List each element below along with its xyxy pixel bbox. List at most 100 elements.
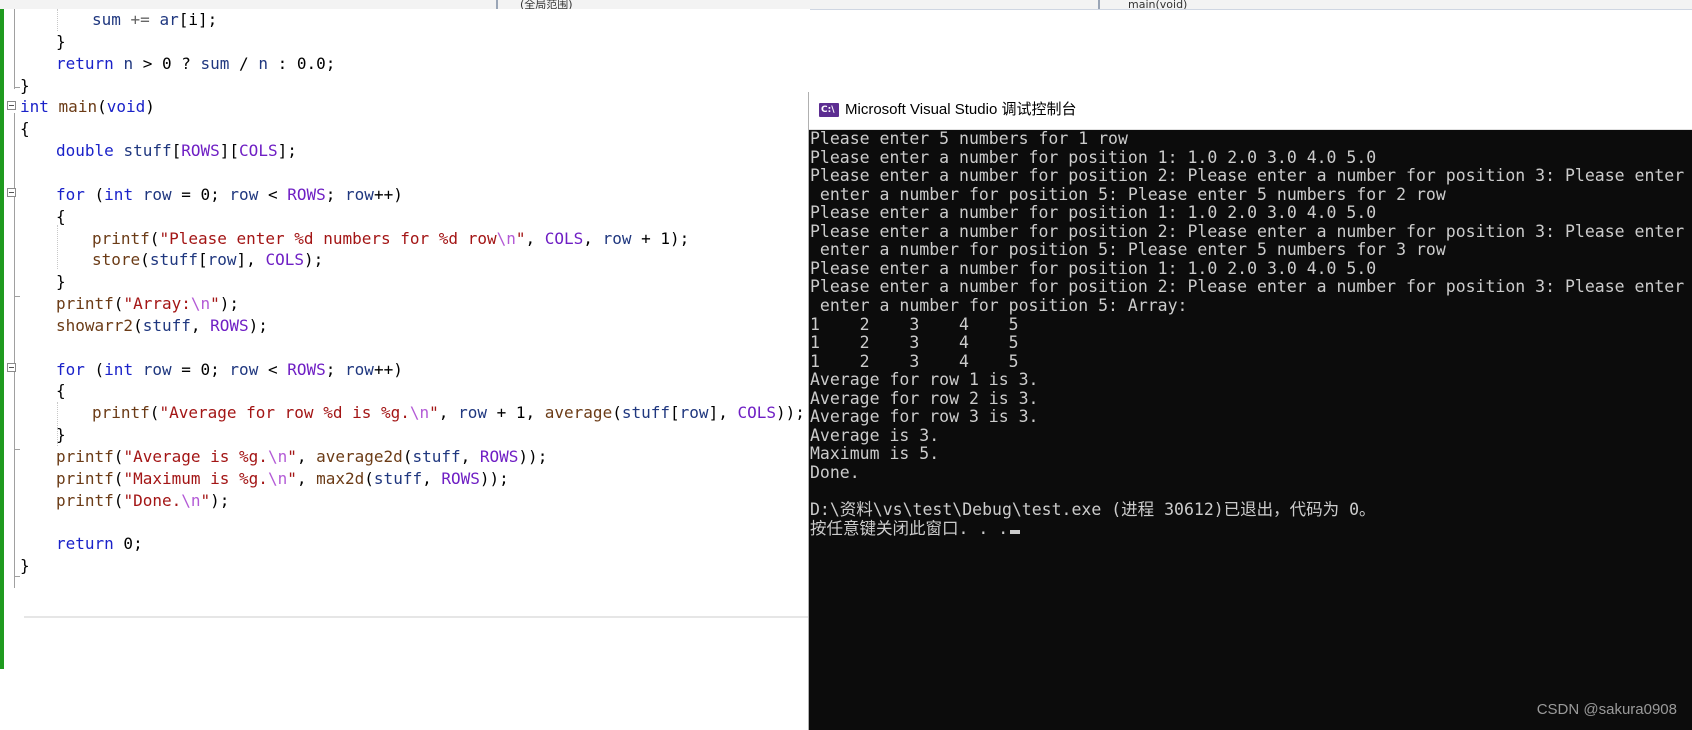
- outline-guide: [14, 9, 15, 89]
- code-token: ROWS: [479, 447, 519, 466]
- code-line[interactable]: return 0;: [56, 533, 143, 555]
- collapse-icon[interactable]: [7, 363, 16, 372]
- code-token: ": [515, 228, 526, 248]
- code-token: ,: [296, 468, 317, 488]
- code-token: {: [56, 206, 66, 226]
- console-line: enter a number for position 5: Please en…: [810, 185, 1446, 205]
- code-line[interactable]: showarr2(stuff, ROWS);: [56, 315, 268, 337]
- console-line-text: Maximum is 5.: [810, 444, 940, 464]
- code-token: + 1,: [486, 403, 545, 423]
- code-token: sum: [200, 53, 230, 73]
- code-token: printf: [92, 228, 150, 248]
- code-line[interactable]: for (int row = 0; row < ROWS; row++): [56, 184, 403, 206]
- code-token: \n: [190, 294, 211, 314]
- code-token: ],: [236, 250, 266, 270]
- scope-label: (全局范围): [520, 0, 573, 9]
- code-line[interactable]: printf("Done.\n");: [56, 490, 229, 512]
- code-line[interactable]: double stuff[ROWS][COLS];: [56, 140, 297, 162]
- member-label: main(void): [1128, 0, 1188, 9]
- code-token: average: [544, 403, 613, 423]
- code-token: printf: [56, 490, 114, 510]
- code-token: }: [56, 272, 66, 292]
- code-token: n: [258, 53, 268, 73]
- console-output[interactable]: Please enter 5 numbers for 1 row Please e…: [809, 129, 1692, 730]
- collapse-icon[interactable]: [7, 188, 16, 197]
- code-token: row: [345, 184, 374, 204]
- code-line[interactable]: {: [20, 118, 30, 140]
- code-token: (: [84, 184, 105, 204]
- nav-separator: [1098, 0, 1100, 9]
- member-dropdown[interactable]: main(void): [1128, 0, 1428, 9]
- code-token: [: [670, 403, 680, 423]
- end-of-file-line: [24, 616, 810, 618]
- code-line[interactable]: }: [20, 75, 30, 97]
- code-line[interactable]: }: [56, 31, 66, 53]
- code-token: \n: [496, 228, 516, 248]
- code-token: row: [142, 359, 172, 379]
- code-line[interactable]: }: [56, 271, 66, 293]
- console-line: Average for row 3 is 3.: [810, 407, 1038, 427]
- code-line[interactable]: printf("Please enter %d numbers for %d r…: [92, 228, 689, 250]
- code-token: printf: [56, 294, 114, 314]
- code-token: row: [679, 403, 709, 423]
- code-token: "Array:: [123, 294, 191, 314]
- code-token: ROWS: [441, 468, 480, 488]
- console-line-text: enter a number for position 5: Please en…: [810, 240, 1446, 260]
- code-token: average2d: [316, 447, 403, 466]
- code-line[interactable]: return n > 0 ? sum / n : 0.0;: [56, 53, 335, 75]
- cursor-icon: [1010, 529, 1021, 534]
- code-token: ,: [438, 403, 459, 423]
- console-line-text: 1 2 3 4 5: [810, 333, 1019, 353]
- code-token: \n: [181, 490, 201, 510]
- code-token: ): [145, 97, 155, 117]
- vs-console-icon: C:\: [819, 103, 839, 117]
- console-line-text: enter a number for position 5: Please en…: [810, 184, 1446, 204]
- outline-guide: [14, 374, 15, 452]
- console-line-text: Please enter a number for position 2: Pl…: [810, 166, 1685, 186]
- console-line-text: D:\资料\vs\test\Debug\test.exe (进程 30612)已…: [810, 500, 1376, 519]
- code-line[interactable]: {: [56, 380, 66, 402]
- code-token: {: [56, 381, 66, 401]
- code-token: ,: [190, 315, 211, 335]
- code-line[interactable]: printf("Average is %g.\n", average2d(stu…: [56, 446, 547, 468]
- outline-guide: [14, 113, 15, 588]
- code-token: ": [287, 468, 297, 488]
- code-token: COLS: [265, 250, 304, 270]
- code-token: ,: [583, 228, 603, 248]
- code-line[interactable]: printf("Average for row %d is %g.\n", ro…: [92, 402, 805, 424]
- code-token: printf: [92, 403, 150, 423]
- code-token: showarr2: [56, 315, 134, 335]
- code-line[interactable]: }: [20, 555, 30, 577]
- scope-dropdown[interactable]: (全局范围): [520, 0, 920, 9]
- code-token: n: [123, 53, 134, 73]
- debug-console-window[interactable]: C:\ Microsoft Visual Studio 调试控制台 Please…: [808, 92, 1692, 730]
- code-token: ROWS: [181, 141, 220, 161]
- code-line[interactable]: for (int row = 0; row < ROWS; row++): [56, 359, 403, 381]
- indent-guide: [57, 225, 58, 269]
- collapse-icon[interactable]: [7, 101, 16, 110]
- console-line: Please enter 5 numbers for 1 row: [810, 129, 1128, 149]
- code-token: );: [210, 490, 230, 510]
- code-token: ": [287, 447, 297, 466]
- console-titlebar[interactable]: C:\ Microsoft Visual Studio 调试控制台: [809, 92, 1692, 130]
- code-token: (: [84, 359, 105, 379]
- code-token: COLS: [239, 141, 278, 161]
- code-token: for: [56, 184, 85, 204]
- console-line-text: Please enter a number for position 1: 1.…: [810, 147, 1377, 167]
- code-line[interactable]: printf("Array:\n");: [56, 293, 239, 315]
- console-line-text: 按任意键关闭此窗口. . .: [810, 518, 1009, 538]
- console-line: Please enter a number for position 2: Pl…: [810, 166, 1684, 186]
- code-token: row: [229, 184, 259, 204]
- code-editor[interactable]: sum += ar[i];} return n > 0 ? sum / n : 0…: [0, 9, 810, 730]
- code-token: }: [56, 31, 66, 51]
- code-token: ,: [460, 447, 480, 466]
- code-line[interactable]: int main(void): [20, 96, 155, 118]
- code-line[interactable]: store(stuff[row], COLS);: [92, 249, 323, 271]
- outline-end-marker: [14, 296, 20, 297]
- code-line[interactable]: printf("Maximum is %g.\n", max2d(stuff, …: [56, 468, 509, 490]
- code-token: }: [20, 75, 30, 95]
- code-line[interactable]: sum += ar[i];: [92, 9, 217, 31]
